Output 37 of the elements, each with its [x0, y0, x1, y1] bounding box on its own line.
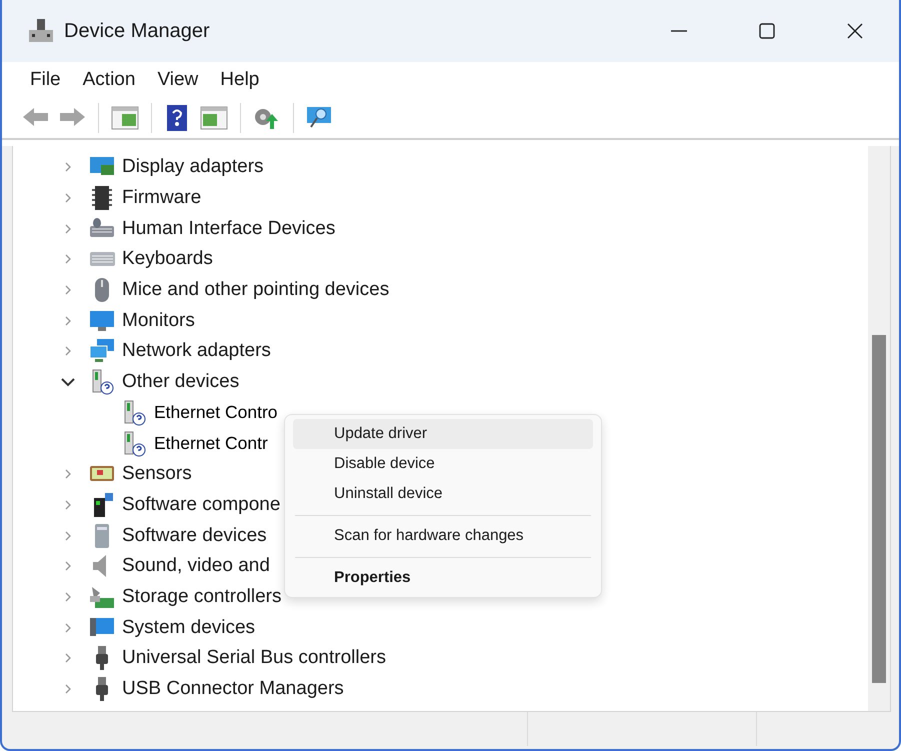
tree-item[interactable]: Storage controllers [122, 586, 282, 608]
context-menu-item[interactable]: Scan for hardware changes [293, 521, 593, 551]
menu-item[interactable]: Help [209, 65, 270, 95]
menu-item[interactable]: Action [72, 65, 146, 95]
menu-item[interactable]: View [146, 65, 210, 95]
chip-icon [89, 185, 115, 212]
app-icon [28, 18, 54, 44]
context-menu-item[interactable]: Update driver [293, 419, 593, 449]
tree-item[interactable]: Mice and other pointing devices [122, 279, 390, 302]
tree-item[interactable]: Sound, video and [122, 555, 270, 578]
panel-icon [110, 104, 140, 132]
panel-icon [199, 104, 229, 132]
tree-item[interactable]: Display adapters [122, 156, 264, 178]
maximize-icon [758, 22, 776, 40]
minimize-icon [671, 30, 687, 32]
tree-item[interactable]: Keyboards [122, 248, 213, 270]
window-title: Device Manager [64, 20, 211, 42]
tree-item[interactable]: Ethernet Contro [154, 402, 278, 424]
context-menu-item[interactable]: Properties [293, 563, 593, 593]
tree-item[interactable]: Monitors [122, 310, 195, 332]
tree-item[interactable]: Firmware [122, 187, 202, 210]
close-icon [846, 22, 864, 40]
network-monitor-icon [89, 338, 115, 364]
tree-item[interactable]: Ethernet Contr [154, 433, 268, 454]
tree-item[interactable]: Other devices [122, 371, 240, 394]
tree-item[interactable]: Human Interface Devices [122, 218, 336, 240]
tree-item[interactable]: Software devices [122, 524, 267, 547]
tree-item[interactable]: Sensors [122, 463, 192, 486]
menu-item[interactable]: File [19, 65, 72, 95]
context-menu-item[interactable]: Uninstall device [293, 479, 593, 509]
tree-item[interactable]: Universal Serial Bus controllers [122, 647, 386, 670]
tree-item[interactable]: Software compone [122, 494, 280, 516]
tree-item[interactable]: System devices [122, 616, 256, 639]
scrollbar-thumb[interactable] [872, 335, 886, 683]
tree-item[interactable]: USB Connector Managers [122, 678, 344, 700]
context-menu-item[interactable]: Disable device [293, 449, 593, 479]
tree-item[interactable]: Network adapters [122, 340, 271, 362]
